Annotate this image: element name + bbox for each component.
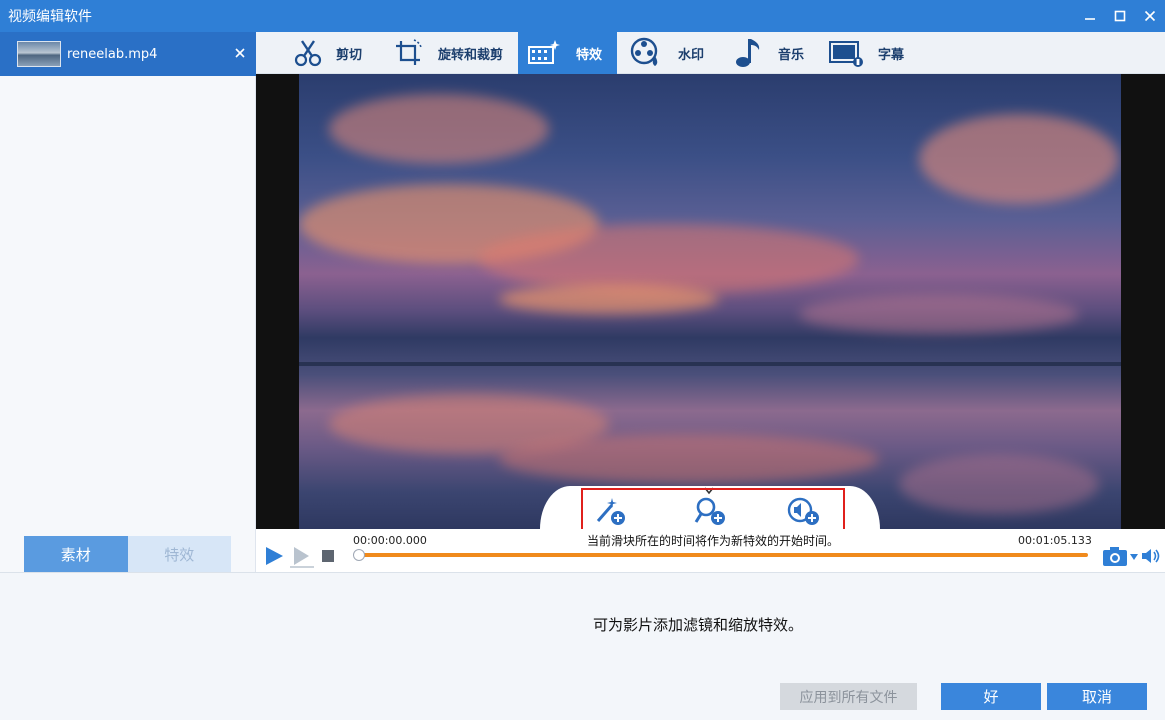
music-note-icon	[730, 35, 766, 71]
maximize-button[interactable]	[1105, 0, 1135, 32]
tab-rotate-crop[interactable]: 旋转和裁剪	[390, 32, 503, 74]
tab-effects-label: 特效	[576, 47, 603, 63]
add-volume-icon	[787, 497, 819, 525]
file-thumbnail	[17, 41, 61, 67]
play-segment-icon	[290, 547, 314, 568]
tab-watermark[interactable]: 水印	[628, 32, 704, 74]
close-icon	[235, 48, 245, 58]
scissors-icon	[290, 35, 326, 71]
tab-cut[interactable]: 剪切	[290, 32, 362, 74]
play-button[interactable]	[262, 544, 286, 568]
cancel-button[interactable]: 取消	[1047, 683, 1147, 710]
add-filter-button[interactable]	[593, 494, 629, 528]
add-volume-button[interactable]	[786, 494, 822, 528]
video-frame	[299, 74, 1121, 529]
watermark-icon	[628, 35, 664, 71]
close-icon	[1144, 10, 1156, 22]
add-zoom-icon	[694, 497, 725, 525]
window-title: 视频编辑软件	[8, 9, 92, 25]
file-name: reneelab.mp4	[67, 46, 158, 62]
chevron-down-icon	[1130, 554, 1138, 560]
subtitle-icon	[828, 35, 864, 71]
sidebar-tabs: 素材 特效	[24, 536, 231, 572]
play-icon	[266, 547, 283, 565]
tab-material[interactable]: 素材	[24, 536, 128, 572]
sidebar: reneelab.mp4 素材 特效	[0, 32, 256, 572]
video-preview	[256, 74, 1165, 529]
minimize-icon	[1085, 18, 1095, 20]
snapshot-button[interactable]	[1100, 544, 1130, 568]
add-filter-icon	[596, 498, 625, 525]
tab-watermark-label: 水印	[678, 47, 705, 63]
tab-cut-label: 剪切	[336, 47, 363, 63]
effects-icon	[526, 35, 562, 71]
total-time: 00:01:05.133	[1018, 534, 1092, 547]
tab-music[interactable]: 音乐	[730, 32, 804, 74]
apply-to-all-button[interactable]: 应用到所有文件	[780, 683, 917, 710]
ok-button[interactable]: 好	[941, 683, 1041, 710]
snapshot-options-button[interactable]	[1129, 552, 1139, 562]
window-controls	[1075, 0, 1165, 32]
tab-effects[interactable]: 特效	[518, 32, 617, 74]
tab-subtitle-label: 字幕	[878, 47, 905, 63]
stop-icon	[322, 550, 334, 562]
play-from-button[interactable]	[288, 544, 316, 570]
volume-button[interactable]	[1140, 546, 1162, 566]
speaker-icon	[1142, 549, 1160, 563]
stop-button[interactable]	[320, 548, 336, 564]
timeline-slider-thumb[interactable]	[353, 549, 365, 561]
title-bar: 视频编辑软件	[0, 0, 1165, 32]
close-button[interactable]	[1135, 0, 1165, 32]
tab-subtitle[interactable]: 字幕	[828, 32, 904, 74]
camera-icon	[1103, 547, 1127, 566]
horizon-line	[299, 362, 1121, 366]
timeline-track[interactable]	[358, 553, 1088, 557]
effects-description: 可为影片添加滤镜和缩放特效。	[593, 616, 804, 634]
minimize-button[interactable]	[1075, 0, 1105, 32]
edit-toolbar: 剪切 旋转和裁剪 特效 水印 音乐 字幕	[256, 32, 1165, 74]
tab-effects-library[interactable]: 特效	[127, 536, 231, 572]
current-time: 00:00:00.000	[353, 534, 427, 547]
maximize-icon	[1114, 10, 1126, 22]
add-zoom-button[interactable]	[692, 494, 728, 528]
file-remove-button[interactable]	[230, 43, 250, 63]
tab-rotate-crop-label: 旋转和裁剪	[438, 47, 504, 63]
effect-start-hint: 当前滑块所在的时间将作为新特效的开始时间。	[587, 534, 840, 548]
rotate-crop-icon	[390, 35, 426, 71]
tab-music-label: 音乐	[778, 47, 805, 63]
file-item[interactable]: reneelab.mp4	[0, 32, 256, 76]
